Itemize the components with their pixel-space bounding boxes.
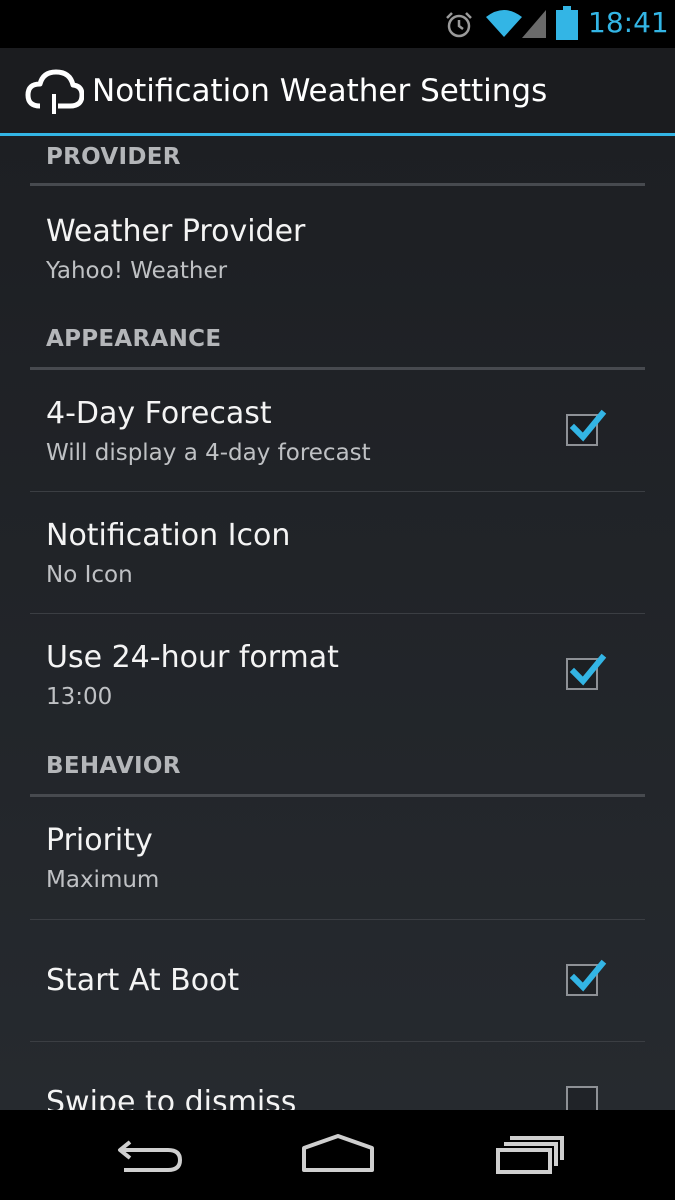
category-label: PROVIDER: [46, 144, 181, 170]
battery-icon: [556, 6, 578, 40]
pref-summary: 13:00: [46, 684, 113, 710]
swipe-to-dismiss-checkbox[interactable]: [566, 1086, 598, 1110]
status-bar: 18:41: [0, 0, 675, 48]
category-label: BEHAVIOR: [46, 753, 181, 779]
cloud-app-icon[interactable]: [24, 66, 84, 118]
start-at-boot-checkbox[interactable]: [566, 959, 607, 996]
forecast-checkbox[interactable]: [566, 409, 607, 446]
pref-24-hour-format[interactable]: Use 24-hour format 13:00: [30, 614, 645, 736]
back-icon[interactable]: [112, 1132, 192, 1178]
category-provider: PROVIDER: [30, 136, 645, 186]
pref-summary: Maximum: [46, 867, 160, 893]
action-bar: Notification Weather Settings: [0, 48, 675, 136]
pref-summary: Will display a 4-day forecast: [46, 440, 371, 466]
checkmark-icon: [569, 653, 607, 686]
pref-priority[interactable]: Priority Maximum: [30, 797, 645, 920]
home-icon[interactable]: [298, 1132, 378, 1178]
wifi-icon: [486, 10, 522, 37]
page-title: Notification Weather Settings: [92, 73, 548, 109]
pref-4-day-forecast[interactable]: 4-Day Forecast Will display a 4-day fore…: [30, 370, 645, 492]
pref-summary: Yahoo! Weather: [46, 258, 228, 284]
pref-weather-provider[interactable]: Weather Provider Yahoo! Weather: [30, 186, 645, 316]
pref-start-at-boot[interactable]: Start At Boot: [30, 920, 645, 1042]
pref-swipe-to-dismiss[interactable]: Swipe to dismiss: [30, 1042, 645, 1110]
checkmark-icon: [569, 409, 607, 442]
pref-summary: No Icon: [46, 562, 133, 588]
signal-icon: [522, 10, 546, 38]
pref-title: Priority: [46, 823, 153, 858]
checkmark-icon: [569, 959, 607, 992]
category-appearance: APPEARANCE: [30, 320, 645, 370]
pref-title: Swipe to dismiss: [46, 1085, 297, 1110]
pref-title: Notification Icon: [46, 518, 291, 553]
pref-notification-icon[interactable]: Notification Icon No Icon: [30, 492, 645, 614]
hour-format-checkbox[interactable]: [566, 653, 607, 690]
alarm-icon: [446, 12, 472, 38]
settings-list[interactable]: PROVIDER Weather Provider Yahoo! Weather…: [0, 136, 675, 1110]
pref-title: Start At Boot: [46, 963, 240, 998]
category-behavior: BEHAVIOR: [30, 747, 645, 797]
recent-apps-icon[interactable]: [490, 1132, 570, 1178]
navigation-bar: [0, 1110, 675, 1200]
pref-title: Weather Provider: [46, 214, 306, 249]
status-clock: 18:41: [588, 6, 669, 39]
category-label: APPEARANCE: [46, 326, 222, 352]
pref-title: Use 24-hour format: [46, 640, 339, 675]
pref-title: 4-Day Forecast: [46, 396, 272, 431]
